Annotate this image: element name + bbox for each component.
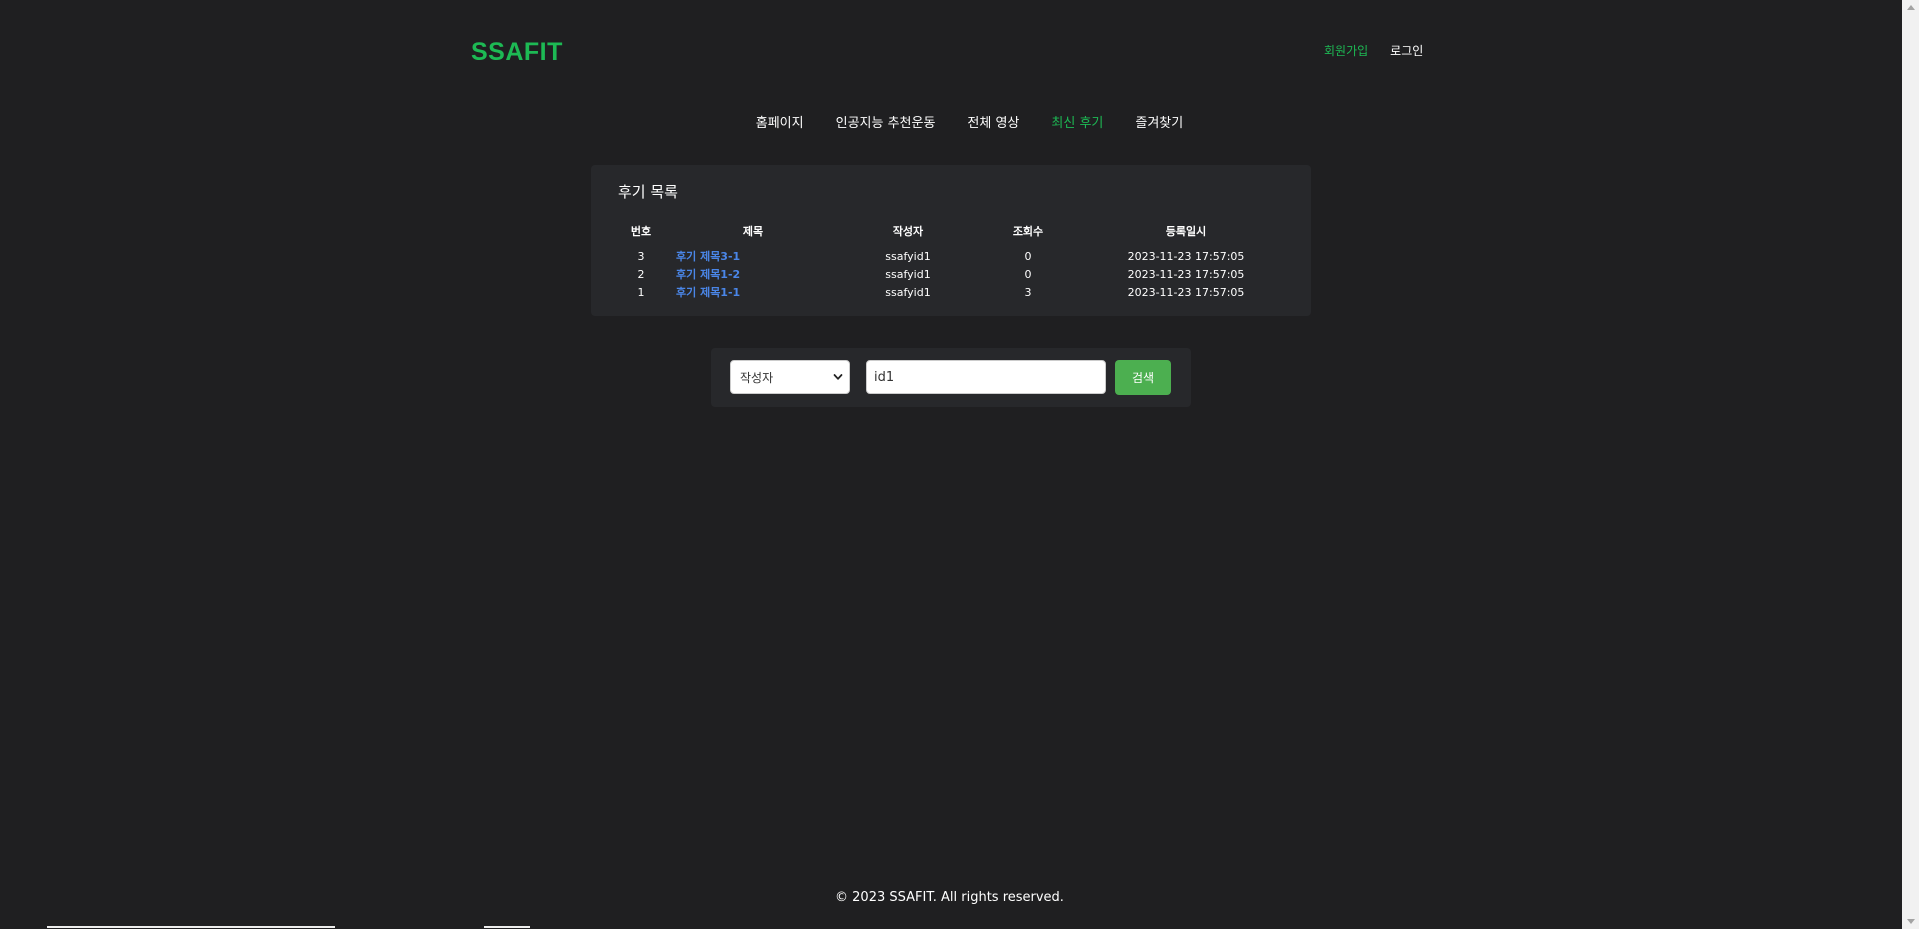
vertical-scrollbar[interactable] bbox=[1902, 0, 1919, 929]
signup-link[interactable]: 회원가입 bbox=[1324, 42, 1368, 59]
table-row: 1 후기 제목1-1 ssafyid1 3 2023-11-23 17:57:0… bbox=[614, 283, 1294, 301]
row-date: 2023-11-23 17:57:05 bbox=[1127, 267, 1245, 281]
row-views: 0 bbox=[1024, 249, 1032, 263]
column-header-number: 번호 bbox=[630, 225, 652, 238]
row-date: 2023-11-23 17:57:05 bbox=[1127, 285, 1245, 299]
row-author: ssafyid1 bbox=[885, 249, 931, 263]
review-title-link[interactable]: 후기 제목1-2 bbox=[676, 268, 740, 281]
row-title-cell: 후기 제목1-2 bbox=[668, 265, 838, 283]
search-bar: 작성자 검색 bbox=[711, 348, 1191, 407]
nav-item-favorites[interactable]: 즐겨찾기 bbox=[1135, 112, 1183, 131]
review-list-card: 후기 목록 번호 제목 작성자 조회수 등록일시 3 후기 제목3-1 ssaf… bbox=[591, 165, 1311, 316]
row-views: 3 bbox=[1024, 285, 1032, 299]
scroll-down-arrow-icon[interactable] bbox=[1907, 919, 1915, 924]
review-title-link[interactable]: 후기 제목1-1 bbox=[676, 286, 740, 299]
column-header-views: 조회수 bbox=[1012, 225, 1044, 238]
review-list-title: 후기 목록 bbox=[618, 183, 678, 201]
review-title-link[interactable]: 후기 제목3-1 bbox=[676, 250, 740, 263]
horizontal-scroll-thumb[interactable] bbox=[47, 926, 335, 928]
search-button[interactable]: 검색 bbox=[1115, 360, 1171, 395]
auth-links: 회원가입 로그인 bbox=[1324, 42, 1423, 59]
page: SSAFIT 회원가입 로그인 홈페이지 인공지능 추천운동 전체 영상 최신 … bbox=[0, 0, 1919, 929]
main-nav: 홈페이지 인공지능 추천운동 전체 영상 최신 후기 즐겨찾기 bbox=[0, 112, 1919, 131]
row-views: 0 bbox=[1024, 267, 1032, 281]
review-table: 번호 제목 작성자 조회수 등록일시 3 후기 제목3-1 ssafyid1 0… bbox=[614, 223, 1294, 301]
footer-copyright: © 2023 SSAFIT. All rights reserved. bbox=[835, 890, 1064, 905]
row-title-cell: 후기 제목1-1 bbox=[668, 283, 838, 301]
column-header-date: 등록일시 bbox=[1165, 225, 1207, 238]
nav-item-ai-recommend[interactable]: 인공지능 추천운동 bbox=[836, 112, 936, 131]
column-header-title: 제목 bbox=[742, 225, 764, 238]
horizontal-scroll-segment bbox=[484, 926, 530, 928]
search-type-selected: 작성자 bbox=[740, 370, 774, 385]
nav-item-home[interactable]: 홈페이지 bbox=[756, 112, 804, 131]
logo[interactable]: SSAFIT bbox=[471, 38, 563, 67]
row-number: 3 bbox=[637, 249, 645, 263]
login-link[interactable]: 로그인 bbox=[1390, 42, 1423, 59]
row-author: ssafyid1 bbox=[885, 285, 931, 299]
table-header-row: 번호 제목 작성자 조회수 등록일시 bbox=[614, 223, 1294, 247]
table-row: 3 후기 제목3-1 ssafyid1 0 2023-11-23 17:57:0… bbox=[614, 247, 1294, 265]
scroll-up-arrow-icon[interactable] bbox=[1907, 5, 1915, 10]
nav-item-all-videos[interactable]: 전체 영상 bbox=[967, 112, 1019, 131]
row-title-cell: 후기 제목3-1 bbox=[668, 247, 838, 265]
row-date: 2023-11-23 17:57:05 bbox=[1127, 249, 1245, 263]
column-header-author: 작성자 bbox=[892, 225, 924, 238]
row-author: ssafyid1 bbox=[885, 267, 931, 281]
chevron-down-icon bbox=[833, 374, 843, 380]
search-type-select[interactable]: 작성자 bbox=[730, 360, 850, 394]
row-number: 2 bbox=[637, 267, 645, 281]
nav-item-latest-reviews[interactable]: 최신 후기 bbox=[1051, 112, 1103, 131]
search-input[interactable] bbox=[866, 360, 1106, 394]
row-number: 1 bbox=[637, 285, 645, 299]
table-row: 2 후기 제목1-2 ssafyid1 0 2023-11-23 17:57:0… bbox=[614, 265, 1294, 283]
